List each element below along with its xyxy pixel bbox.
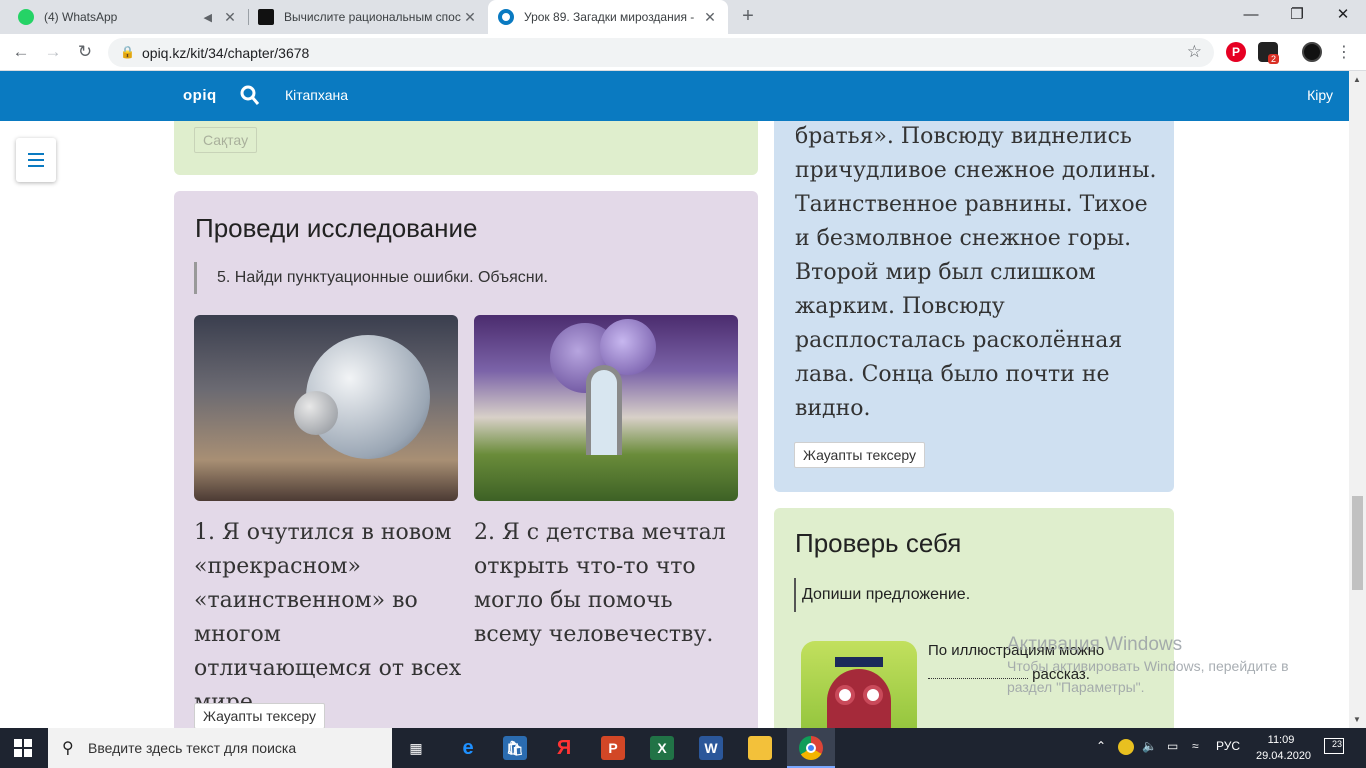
menu-icon[interactable]: ⋮ [1336,42,1352,62]
tab-whatsapp[interactable]: (4) WhatsApp ◀ ✕ [8,0,248,34]
self-check-task: Допиши предложение. [794,578,970,612]
language-indicator[interactable]: РУС [1216,739,1240,753]
owl-illustration [801,641,917,728]
close-tab-icon[interactable]: ✕ [222,9,238,26]
profile-avatar[interactable] [1302,42,1322,62]
opiq-logo[interactable]: opiq [183,87,217,104]
watermark-title: Активация Windows [1007,634,1183,655]
check-answer-button[interactable]: Жауапты тексеру [194,703,326,728]
windows-activation-watermark: Активация Windows Чтобы активировать Win… [1007,634,1317,698]
self-check-heading: Проверь себя [795,528,962,558]
restore-icon[interactable]: ❐ [1274,0,1320,34]
store-icon[interactable]: 🛍 [503,736,527,760]
lock-icon[interactable]: 🔒 [120,45,135,59]
extension-badge: 2 [1268,54,1280,64]
url-text[interactable]: opiq.kz/kit/34/chapter/3678 [142,45,309,61]
tab-calculation[interactable]: Вычислите рациональным спос ✕ [248,0,488,34]
site-favicon-icon [258,9,274,25]
new-tab-icon[interactable]: + [736,5,760,29]
browser-tab-strip: (4) WhatsApp ◀ ✕ Вычислите рациональным … [0,0,1366,34]
research-task: 5. Найди пунктуационные ошибки. Объясни. [194,262,548,294]
table-of-contents-button[interactable] [16,138,56,182]
pinterest-icon[interactable]: P [1226,42,1246,62]
owl-eye-shape [863,685,883,705]
network-icon[interactable]: ≈ [1192,739,1199,753]
research-card: Проведи исследование 5. Найди пунктуацио… [174,191,758,728]
volume-icon[interactable]: 🔈 [1142,739,1157,753]
back-icon[interactable]: ← [8,39,34,65]
powerpoint-icon[interactable]: P [601,736,625,760]
sentence-1: 1. Я очутился в новом «прекрасном» «таин… [194,520,462,715]
search-icon[interactable] [240,85,260,107]
edge-icon[interactable]: e [456,736,480,760]
tray-app-icon[interactable] [1118,739,1134,755]
tab-lesson[interactable]: Урок 89. Загадки мироздания - ✕ [488,0,728,34]
watermark-text: Чтобы активировать Windows, перейдите в … [1007,658,1289,695]
scroll-down-icon[interactable]: ▼ [1353,715,1361,724]
scrollbar-thumb[interactable] [1352,496,1363,590]
minimize-icon[interactable]: — [1228,0,1274,34]
save-button[interactable]: Сақтау [194,127,258,153]
search-placeholder: Введите здесь текст для поиска [88,740,297,756]
address-bar[interactable]: 🔒 opiq.kz/kit/34/chapter/3678 ☆ [108,38,1214,67]
story-text: братья». Повсюду виднелись причудливое с… [795,124,1157,421]
speaker-icon[interactable]: ◀ [204,11,212,24]
portal-illustration [474,315,738,501]
bookmark-star-icon[interactable]: ☆ [1187,42,1202,62]
yandex-icon[interactable]: Я [552,736,576,760]
list-icon [28,165,44,167]
file-explorer-icon[interactable] [748,736,772,760]
list-icon [28,159,44,161]
moon-shape [294,391,338,435]
excel-icon[interactable]: X [650,736,674,760]
word-icon[interactable]: W [699,736,723,760]
planets-illustration [194,315,458,501]
battery-icon[interactable]: ▭ [1167,739,1178,753]
clock-time: 11:09 [1267,734,1295,746]
clock-date: 29.04.2020 [1256,750,1312,762]
login-link[interactable]: Кіру [1307,87,1333,103]
list-icon [28,153,44,155]
tab-title: (4) WhatsApp [44,10,118,24]
check-answer-button[interactable]: Жауапты тексеру [794,442,926,468]
research-heading: Проведи исследование [195,213,478,243]
close-tab-icon[interactable]: ✕ [702,9,718,26]
page-viewport: opiq Кітапхана Кіру Сақтау Проведи иссле… [0,71,1366,728]
notifications-icon[interactable]: 23 [1324,738,1344,754]
search-icon: ⚲ [62,740,74,757]
tab-title: Вычислите рациональным спос [284,10,461,24]
tab-title: Урок 89. Загадки мироздания - [524,10,695,24]
close-tab-icon[interactable]: ✕ [462,9,478,26]
task-view-icon[interactable]: ▦ [404,736,428,760]
sentence-2: 2. Я с детства мечтал открыть что-то что… [474,520,726,647]
close-window-icon[interactable]: ✕ [1320,0,1366,34]
library-link[interactable]: Кітапхана [285,87,348,103]
windows-start-icon[interactable] [14,739,32,757]
browser-toolbar: ← → ↻ 🔒 opiq.kz/kit/34/chapter/3678 ☆ P … [0,34,1366,71]
portal-arch [586,365,622,455]
windows-taskbar: ⚲ Введите здесь текст для поиска ▦ e 🛍 Я… [0,728,1366,768]
site-header: opiq Кітапхана Кіру [0,71,1349,121]
show-hidden-icons[interactable]: ⌃ [1096,739,1106,753]
page-scrollbar[interactable]: ▲ ▼ [1349,71,1366,728]
forward-icon[interactable]: → [40,39,66,65]
owl-eye-shape [835,685,855,705]
clock[interactable]: 11:09 29.04.2020 [1256,732,1312,764]
taskbar-search-box[interactable]: ⚲ Введите здесь текст для поиска [48,728,392,768]
whatsapp-icon [18,9,34,25]
opiq-favicon-icon [498,9,514,25]
chrome-icon-center [806,743,816,753]
scroll-up-icon[interactable]: ▲ [1353,75,1361,84]
chrome-taskbar-button[interactable] [787,728,835,768]
reload-icon[interactable]: ↻ [72,39,98,65]
text-card: братья». Повсюду виднелись причудливое с… [774,71,1174,492]
graduation-cap-shape [835,657,883,667]
